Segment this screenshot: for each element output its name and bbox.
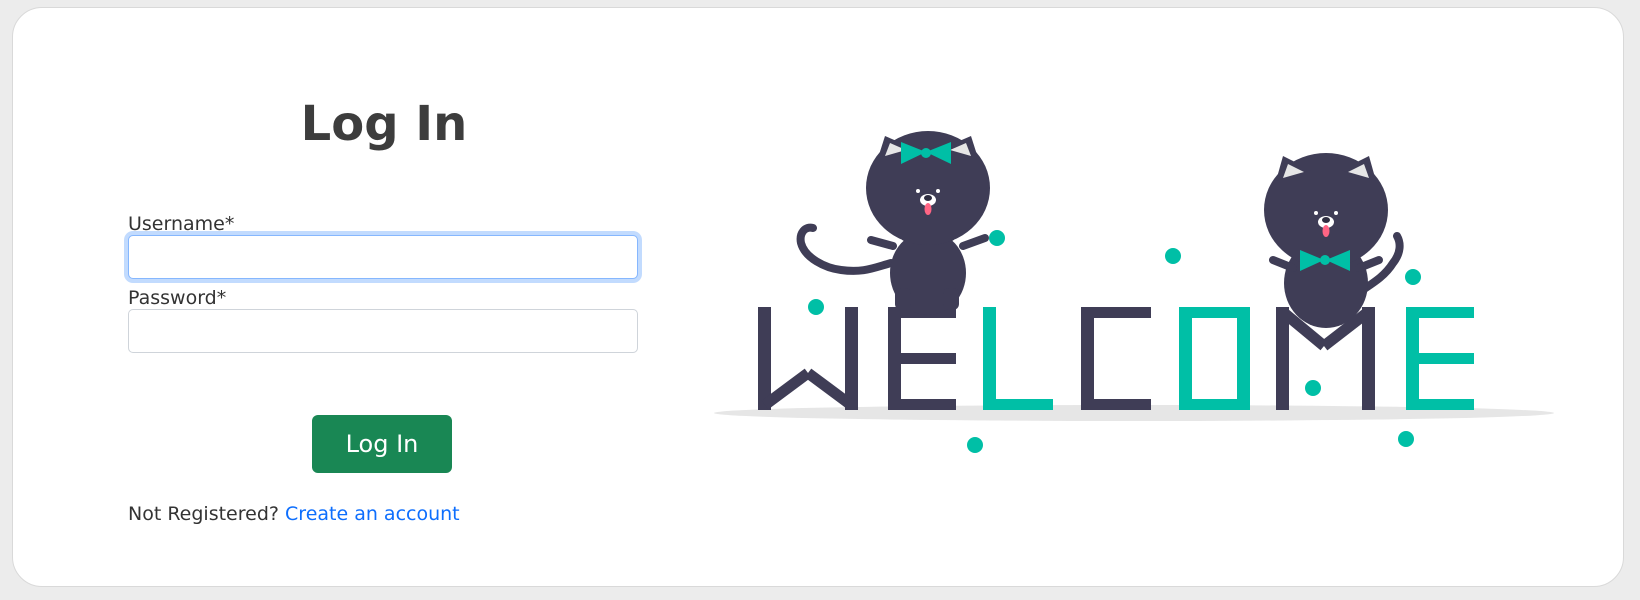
login-button[interactable]: Log In	[312, 415, 452, 473]
password-input[interactable]	[128, 309, 638, 353]
letter-e-last	[1406, 307, 1474, 410]
decor-dot	[1305, 380, 1321, 396]
decor-dot	[989, 230, 1005, 246]
letter-c	[1081, 307, 1151, 410]
cat-with-neck-bow	[1264, 153, 1404, 328]
cat-with-head-bow	[796, 131, 990, 315]
decor-dot	[967, 437, 983, 453]
password-label: Password*	[128, 287, 227, 309]
letter-l	[983, 307, 1053, 410]
letter-w	[758, 307, 858, 410]
decor-dot	[1165, 248, 1181, 264]
decor-dot	[808, 299, 824, 315]
register-prompt-text: Not Registered?	[128, 503, 279, 525]
username-input[interactable]	[128, 235, 638, 279]
letter-o	[1179, 307, 1250, 410]
login-card: Log In Username* Password* Log In Not Re…	[12, 7, 1624, 587]
register-prompt-line: Not Registered? Create an account	[128, 505, 460, 524]
page-title: Log In	[300, 96, 468, 152]
decor-dot	[1405, 269, 1421, 285]
decor-dot	[1398, 431, 1414, 447]
username-label: Username*	[128, 213, 235, 235]
welcome-cats-illustration	[714, 131, 1554, 453]
letter-e-first	[888, 307, 956, 410]
create-account-link[interactable]: Create an account	[285, 503, 460, 525]
